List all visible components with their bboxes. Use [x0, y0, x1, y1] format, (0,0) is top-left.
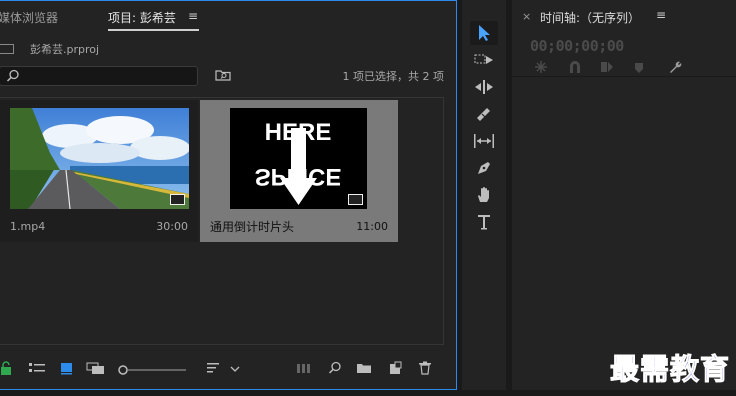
automate-to-sequence-icon[interactable]: [296, 361, 314, 375]
timeline-panel: × 时间轴:（无序列） ≡ 00;00;00;00: [512, 0, 736, 390]
project-panel: 媒体浏览器 项目: 彭希芸 ≡ 彭希芸.prproj 1 项已选择，共 2 项: [0, 0, 457, 390]
zoom-slider[interactable]: [118, 365, 188, 375]
close-icon[interactable]: ×: [522, 10, 531, 23]
divider: [512, 76, 736, 77]
watermark-text: 最需教育: [609, 352, 730, 387]
new-bin-icon[interactable]: [356, 361, 372, 375]
timeline-toolbar: [530, 58, 730, 76]
pen-icon: [478, 162, 490, 174]
list-view-icon[interactable]: [28, 361, 46, 375]
clip-name: 1.mp4: [10, 220, 46, 233]
clip-type-badge-icon: [348, 194, 363, 205]
pen-tool[interactable]: [470, 156, 498, 180]
panel-tab-bar: 媒体浏览器 项目: 彭希芸 ≡: [0, 1, 456, 33]
linked-selection-icon[interactable]: [600, 60, 614, 74]
razor-icon: [477, 108, 490, 121]
selection-status: 1 项已选择，共 2 项: [342, 70, 445, 83]
icon-view-icon[interactable]: [60, 361, 74, 375]
search-icon: [6, 69, 19, 82]
panel-menu-icon[interactable]: ≡: [188, 9, 198, 23]
chevron-down-icon[interactable]: [230, 365, 240, 373]
active-tab-indicator: [108, 29, 199, 31]
playhead-timecode[interactable]: 00;00;00;00: [530, 37, 624, 55]
add-marker-icon[interactable]: [634, 62, 644, 74]
clip-name: 通用倒计时片头: [210, 220, 295, 234]
type-tool[interactable]: [470, 210, 498, 234]
project-bottom-toolbar: [0, 357, 456, 383]
razor-tool[interactable]: [470, 102, 498, 126]
panel-menu-icon[interactable]: ≡: [656, 8, 666, 22]
find-in-bin-icon[interactable]: [215, 69, 231, 81]
search-input[interactable]: [0, 66, 198, 86]
type-icon: [478, 215, 490, 230]
tab-media-browser[interactable]: 媒体浏览器: [0, 9, 58, 26]
clip-thumbnail: [10, 108, 189, 209]
clip-duration: 30:00: [156, 220, 188, 233]
sort-icon[interactable]: [206, 361, 220, 375]
tab-project[interactable]: 项目: 彭希芸: [108, 9, 176, 26]
new-item-icon[interactable]: [388, 361, 402, 375]
ripple-edit-tool[interactable]: [470, 75, 498, 99]
find-icon[interactable]: [328, 361, 342, 375]
project-file-name: 彭希芸.prproj: [30, 43, 100, 56]
arrow-pointer-icon: [479, 25, 490, 41]
ripple-edit-icon: [475, 80, 493, 94]
hand-icon: [478, 187, 489, 202]
track-select-tool[interactable]: [470, 48, 498, 72]
media-grid: 1.mp4 30:00 HERE SPLICE 通用倒计时片头 11:00: [0, 97, 444, 345]
clip-duration: 11:00: [356, 220, 388, 233]
slip-icon: [474, 134, 494, 148]
wrench-icon[interactable]: [668, 60, 682, 74]
nest-icon[interactable]: [534, 60, 548, 74]
clip-item[interactable]: 1.mp4 30:00: [0, 100, 198, 242]
selection-tool[interactable]: [470, 21, 498, 45]
tools-panel: [462, 0, 506, 390]
clip-thumbnail: HERE SPLICE: [230, 108, 367, 209]
lock-icon[interactable]: [0, 361, 12, 375]
snap-icon[interactable]: [568, 60, 582, 74]
clip-item-selected[interactable]: HERE SPLICE 通用倒计时片头 11:00: [200, 100, 398, 242]
freeform-view-icon[interactable]: [86, 361, 106, 375]
project-file-icon: [0, 44, 14, 54]
slip-tool[interactable]: [470, 129, 498, 153]
hand-tool[interactable]: [470, 183, 498, 207]
clip-type-badge-icon: [170, 194, 185, 205]
tab-timeline[interactable]: 时间轴:（无序列）: [540, 9, 640, 26]
track-select-icon: [474, 54, 493, 64]
clear-icon[interactable]: [418, 361, 432, 375]
